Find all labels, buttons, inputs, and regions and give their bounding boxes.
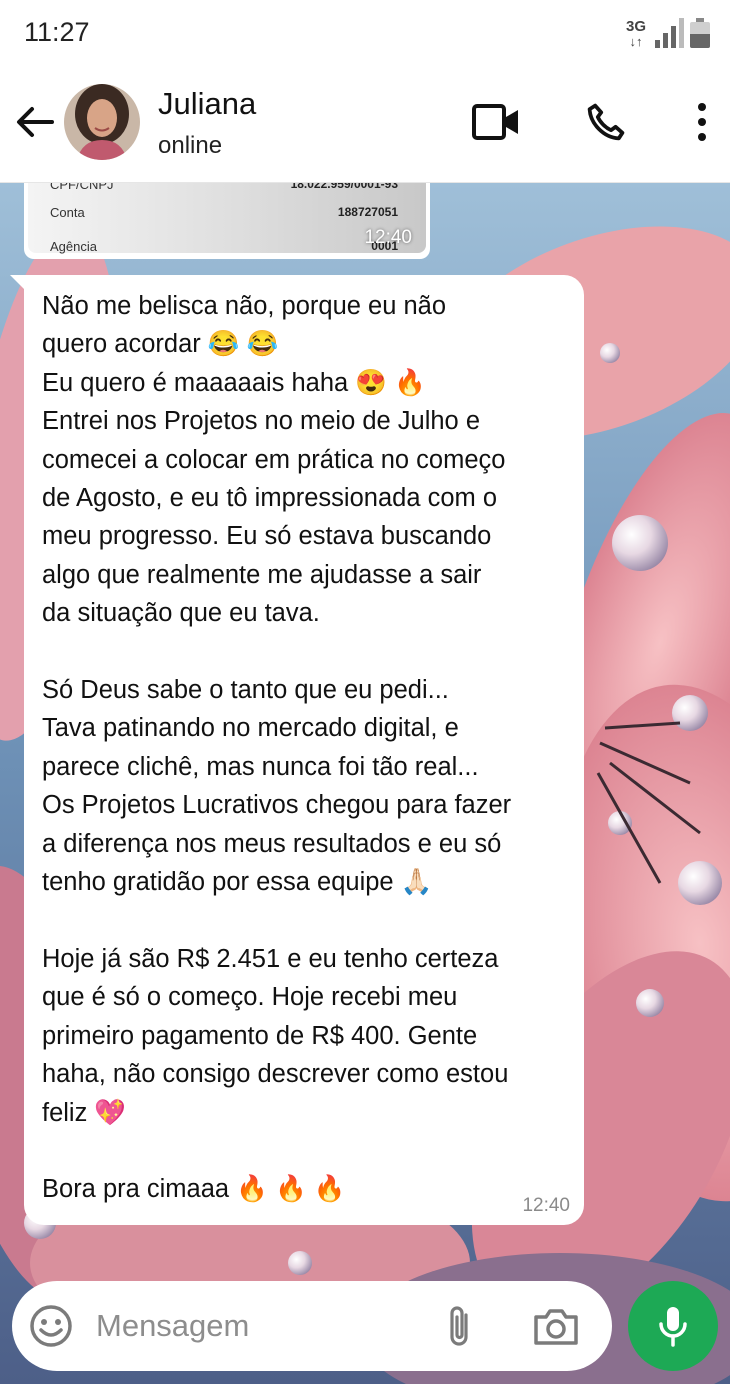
emoji-button[interactable] xyxy=(28,1303,74,1349)
contact-status: online xyxy=(158,132,223,159)
message-text: Não me belisca não, porque eu não quero … xyxy=(42,292,512,1204)
message-time: 12:40 xyxy=(364,227,412,248)
image-message[interactable]: CPF/CNPJ 18.022.959/0001-93 Conta 188727… xyxy=(24,183,430,259)
message-bubble[interactable]: Não me belisca não, porque eu não quero … xyxy=(24,275,584,1225)
avatar[interactable] xyxy=(64,84,140,160)
battery-icon xyxy=(690,18,710,48)
receipt-row: Agência 0001 xyxy=(50,239,398,254)
status-icons: 3G ↓↑ xyxy=(623,12,710,48)
microphone-icon xyxy=(659,1307,687,1347)
camera-icon xyxy=(534,1309,578,1345)
message-input[interactable] xyxy=(96,1301,416,1351)
paperclip-icon xyxy=(450,1306,468,1346)
status-time: 11:27 xyxy=(24,17,90,47)
more-vertical-icon xyxy=(698,103,706,141)
network-indicator: 3G ↓↑ xyxy=(623,18,649,49)
voice-record-button[interactable] xyxy=(628,1281,718,1371)
back-button[interactable] xyxy=(12,100,56,144)
voice-call-button[interactable] xyxy=(578,94,634,150)
network-arrows-icon: ↓↑ xyxy=(629,34,643,49)
phone-icon xyxy=(587,103,625,141)
video-camera-icon xyxy=(472,104,518,140)
arrow-left-icon xyxy=(17,107,54,137)
video-call-button[interactable] xyxy=(468,94,524,150)
network-type: 3G xyxy=(625,18,646,35)
attach-button[interactable] xyxy=(440,1303,478,1351)
receipt-row: CPF/CNPJ 18.022.959/0001-93 xyxy=(50,183,398,192)
message-time: 12:40 xyxy=(522,1195,570,1216)
status-bar: 11:27 3G ↓↑ xyxy=(0,0,730,64)
camera-button[interactable] xyxy=(532,1305,580,1349)
more-options-button[interactable] xyxy=(674,94,730,150)
avatar-image xyxy=(64,84,140,160)
contact-name[interactable]: Juliana xyxy=(158,86,256,122)
chat-area[interactable]: CPF/CNPJ 18.022.959/0001-93 Conta 188727… xyxy=(0,183,730,1384)
signal-icon xyxy=(655,18,684,48)
emoji-icon xyxy=(30,1305,72,1347)
receipt-row: Conta 188727051 xyxy=(50,205,398,220)
message-composer xyxy=(12,1281,612,1371)
chat-header: Juliana online xyxy=(0,64,730,183)
